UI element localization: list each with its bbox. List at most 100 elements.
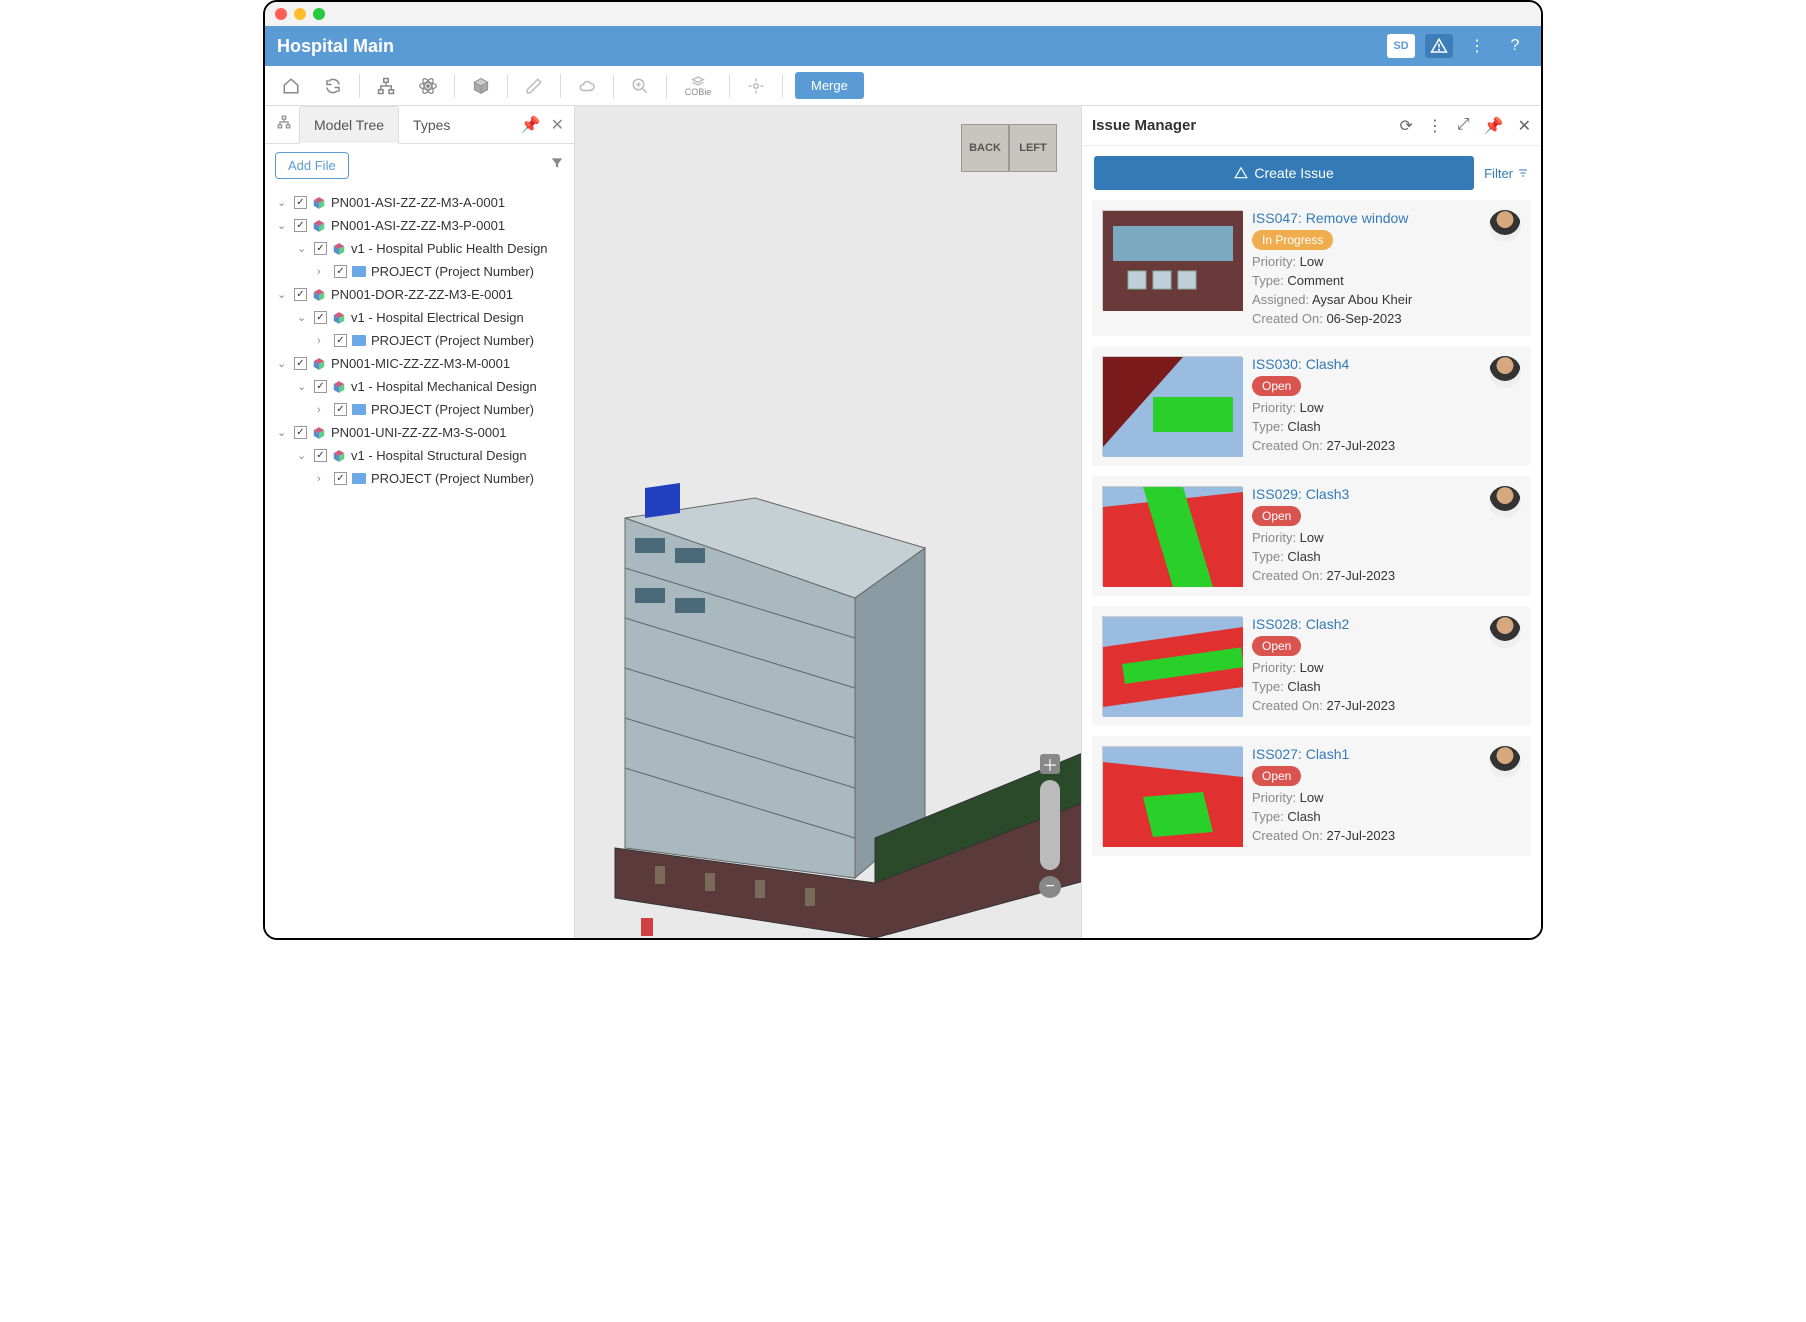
- zoom-slider[interactable]: [1040, 780, 1060, 870]
- expand-icon[interactable]: ⤢: [1457, 116, 1470, 136]
- add-file-button[interactable]: Add File: [275, 152, 349, 179]
- checkbox[interactable]: ✓: [334, 334, 347, 347]
- refresh-icon[interactable]: ⟳: [1399, 116, 1412, 136]
- issue-card[interactable]: ISS028: Clash2OpenPriority: LowType: Cla…: [1092, 606, 1531, 726]
- issue-card[interactable]: ISS030: Clash4OpenPriority: LowType: Cla…: [1092, 346, 1531, 466]
- pencil-icon[interactable]: [514, 70, 554, 102]
- tree-node[interactable]: ⌄✓v1 - Hospital Public Health Design: [271, 237, 568, 260]
- chevron-icon[interactable]: ⌄: [277, 219, 289, 232]
- checkbox[interactable]: ✓: [294, 288, 307, 301]
- tree-node[interactable]: ⌄✓v1 - Hospital Structural Design: [271, 444, 568, 467]
- view-cube[interactable]: BACK LEFT: [961, 124, 1057, 172]
- issue-card[interactable]: ISS029: Clash3OpenPriority: LowType: Cla…: [1092, 476, 1531, 596]
- checkbox[interactable]: ✓: [314, 449, 327, 462]
- cloud-icon[interactable]: [567, 70, 607, 102]
- filter-icon[interactable]: [550, 156, 564, 175]
- tree-icon[interactable]: [269, 115, 299, 134]
- checkbox[interactable]: ✓: [294, 219, 307, 232]
- close-icon[interactable]: ✕: [551, 115, 564, 135]
- checkbox[interactable]: ✓: [294, 196, 307, 209]
- avatar[interactable]: [1489, 356, 1521, 388]
- warning-icon[interactable]: [1425, 34, 1453, 58]
- checkbox[interactable]: ✓: [294, 426, 307, 439]
- pin-icon[interactable]: 📌: [521, 115, 541, 135]
- filter-link[interactable]: Filter: [1484, 166, 1529, 181]
- chevron-icon[interactable]: ›: [317, 404, 329, 416]
- issue-card[interactable]: ISS027: Clash1OpenPriority: LowType: Cla…: [1092, 736, 1531, 856]
- tree-node[interactable]: ⌄✓PN001-ASI-ZZ-ZZ-M3-A-0001: [271, 191, 568, 214]
- issue-thumbnail[interactable]: [1102, 486, 1242, 586]
- tree-node[interactable]: ⌄✓PN001-ASI-ZZ-ZZ-M3-P-0001: [271, 214, 568, 237]
- create-issue-button[interactable]: Create Issue: [1094, 156, 1474, 190]
- tree-node[interactable]: ⌄✓PN001-UNI-ZZ-ZZ-M3-S-0001: [271, 421, 568, 444]
- home-icon[interactable]: [271, 70, 311, 102]
- issue-thumbnail[interactable]: [1102, 616, 1242, 716]
- sd-button[interactable]: SD: [1387, 34, 1415, 58]
- chevron-icon[interactable]: ⌄: [277, 357, 289, 370]
- issue-title[interactable]: ISS030: Clash4: [1252, 356, 1479, 372]
- pin-icon[interactable]: 📌: [1484, 116, 1504, 136]
- tree-node[interactable]: ›✓PROJECT (Project Number): [271, 398, 568, 421]
- created-value: 27-Jul-2023: [1326, 828, 1395, 843]
- chevron-icon[interactable]: ›: [317, 335, 329, 347]
- chevron-icon[interactable]: ⌄: [297, 449, 309, 462]
- checkbox[interactable]: ✓: [294, 357, 307, 370]
- chevron-icon[interactable]: ⌄: [277, 196, 289, 209]
- minimize-dot[interactable]: [294, 8, 306, 20]
- atom-icon[interactable]: [408, 70, 448, 102]
- checkbox[interactable]: ✓: [314, 380, 327, 393]
- chevron-icon[interactable]: ⌄: [297, 311, 309, 324]
- tree-node[interactable]: ⌄✓PN001-DOR-ZZ-ZZ-M3-E-0001: [271, 283, 568, 306]
- zoom-in-icon[interactable]: ＋: [1040, 754, 1060, 774]
- hierarchy-icon[interactable]: [366, 70, 406, 102]
- issue-thumbnail[interactable]: [1102, 356, 1242, 456]
- checkbox[interactable]: ✓: [314, 242, 327, 255]
- tree-node[interactable]: ⌄✓v1 - Hospital Electrical Design: [271, 306, 568, 329]
- issue-thumbnail[interactable]: [1102, 210, 1242, 310]
- chevron-icon[interactable]: ⌄: [277, 288, 289, 301]
- kebab-icon[interactable]: ⋮: [1463, 34, 1491, 58]
- viewcube-left[interactable]: LEFT: [1009, 124, 1057, 172]
- help-icon[interactable]: ?: [1501, 34, 1529, 58]
- merge-button[interactable]: Merge: [795, 72, 864, 99]
- viewcube-back[interactable]: BACK: [961, 124, 1009, 172]
- avatar[interactable]: [1489, 746, 1521, 778]
- chevron-icon[interactable]: ›: [317, 473, 329, 485]
- tab-types[interactable]: Types: [399, 106, 464, 144]
- tree-node[interactable]: ⌄✓PN001-MIC-ZZ-ZZ-M3-M-0001: [271, 352, 568, 375]
- avatar[interactable]: [1489, 616, 1521, 648]
- chevron-icon[interactable]: ⌄: [297, 242, 309, 255]
- chevron-icon[interactable]: ›: [317, 266, 329, 278]
- issue-card[interactable]: ISS047: Remove windowIn ProgressPriority…: [1092, 200, 1531, 336]
- refresh-icon[interactable]: [313, 70, 353, 102]
- checkbox[interactable]: ✓: [314, 311, 327, 324]
- chevron-icon[interactable]: ⌄: [277, 426, 289, 439]
- checkbox[interactable]: ✓: [334, 472, 347, 485]
- issue-title[interactable]: ISS047: Remove window: [1252, 210, 1479, 226]
- zoom-control[interactable]: ＋ −: [1039, 754, 1061, 898]
- issue-thumbnail[interactable]: [1102, 746, 1242, 846]
- kebab-icon[interactable]: ⋮: [1427, 116, 1443, 136]
- issue-title[interactable]: ISS029: Clash3: [1252, 486, 1479, 502]
- target-icon[interactable]: [736, 70, 776, 102]
- cube-icon[interactable]: [461, 70, 501, 102]
- avatar[interactable]: [1489, 486, 1521, 518]
- issue-title[interactable]: ISS027: Clash1: [1252, 746, 1479, 762]
- avatar[interactable]: [1489, 210, 1521, 242]
- tree-node[interactable]: ›✓PROJECT (Project Number): [271, 329, 568, 352]
- tree-node[interactable]: ⌄✓v1 - Hospital Mechanical Design: [271, 375, 568, 398]
- close-icon[interactable]: ✕: [1518, 116, 1531, 136]
- issue-title[interactable]: ISS028: Clash2: [1252, 616, 1479, 632]
- tree-node[interactable]: ›✓PROJECT (Project Number): [271, 467, 568, 490]
- maximize-dot[interactable]: [313, 8, 325, 20]
- checkbox[interactable]: ✓: [334, 403, 347, 416]
- close-dot[interactable]: [275, 8, 287, 20]
- tree-node[interactable]: ›✓PROJECT (Project Number): [271, 260, 568, 283]
- zoom-icon[interactable]: [620, 70, 660, 102]
- viewport-3d[interactable]: BACK LEFT ＋: [575, 106, 1081, 938]
- zoom-out-icon[interactable]: −: [1039, 876, 1061, 898]
- chevron-icon[interactable]: ⌄: [297, 380, 309, 393]
- tab-model-tree[interactable]: Model Tree: [299, 106, 399, 144]
- checkbox[interactable]: ✓: [334, 265, 347, 278]
- cobie-button[interactable]: COBie: [673, 70, 723, 102]
